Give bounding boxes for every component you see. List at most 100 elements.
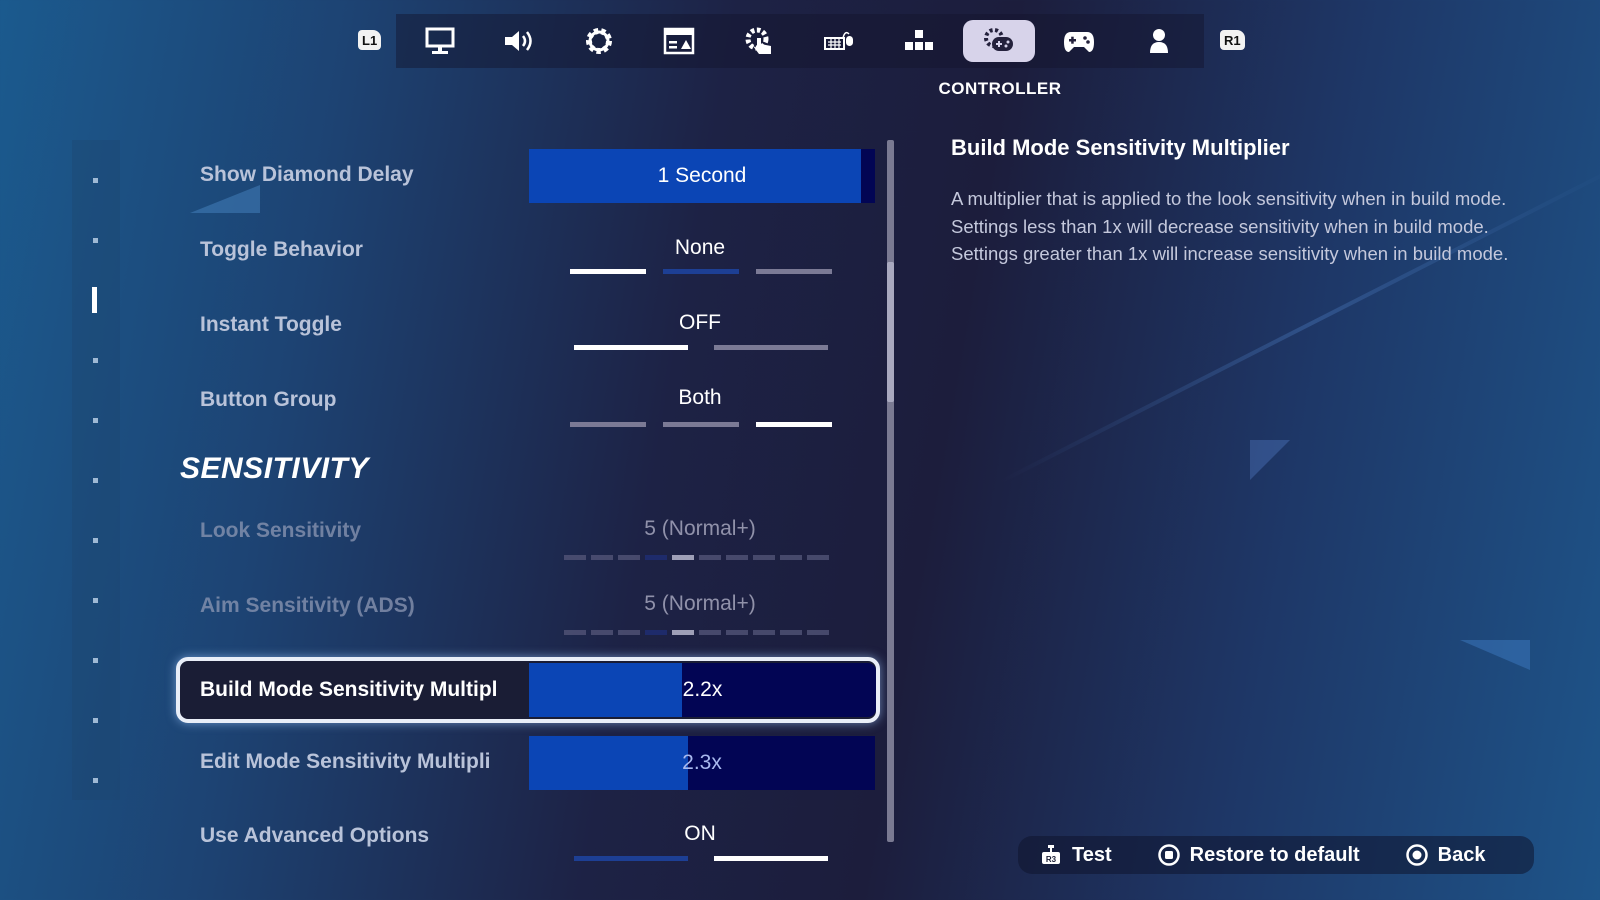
gamepad-icon	[1064, 32, 1094, 52]
option-indicator[interactable]	[756, 269, 832, 274]
section-marker[interactable]	[93, 478, 98, 483]
level-tick[interactable]	[645, 555, 667, 560]
section-marker[interactable]	[93, 538, 98, 543]
setting-value: 2.2x	[682, 678, 723, 701]
left-bumper-icon[interactable]: L1	[358, 30, 382, 50]
description-title: Build Mode Sensitivity Multiplier	[951, 135, 1290, 160]
setting-value: OFF	[679, 311, 721, 334]
settings-scrollbar-track[interactable]	[887, 140, 894, 842]
tab-display[interactable]	[404, 20, 476, 62]
section-marker[interactable]	[93, 718, 98, 723]
section-marker[interactable]	[93, 658, 98, 663]
restore-default-button[interactable]: Restore to default	[1157, 843, 1360, 867]
setting-label: Button Group	[200, 388, 337, 411]
setting-value: Both	[678, 386, 722, 409]
option-indicator[interactable]	[570, 422, 646, 427]
section-marker[interactable]	[93, 358, 98, 363]
tab-touch[interactable]	[723, 20, 795, 62]
section-marker[interactable]	[93, 778, 98, 783]
r3-stick-icon: R3	[1042, 845, 1060, 864]
account-icon	[1150, 29, 1168, 53]
setting-label: Toggle Behavior	[200, 238, 363, 261]
setting-label: Show Diamond Delay	[200, 163, 414, 186]
setting-value: None	[674, 236, 726, 259]
option-indicator[interactable]	[714, 345, 828, 350]
back-button[interactable]: Back	[1405, 844, 1485, 867]
level-tick[interactable]	[726, 555, 748, 560]
tab-game[interactable]	[563, 20, 635, 62]
level-tick-current[interactable]	[672, 555, 694, 560]
level-tick[interactable]	[618, 630, 640, 635]
touch-gear-icon	[745, 27, 771, 54]
show-diamond-delay-selector[interactable]: 1 Second	[529, 149, 875, 203]
tab-account[interactable]	[1123, 20, 1195, 62]
level-tick[interactable]	[726, 630, 748, 635]
tab-controller[interactable]	[963, 20, 1035, 62]
gear-icon	[586, 28, 612, 54]
background-shard	[1460, 640, 1530, 670]
level-tick[interactable]	[753, 630, 775, 635]
section-marker-active[interactable]	[92, 287, 97, 313]
section-title-sensitivity: SENSITIVITY	[180, 452, 369, 485]
setting-label: Look Sensitivity	[200, 519, 362, 542]
option-indicator[interactable]	[574, 345, 688, 350]
level-tick[interactable]	[591, 555, 613, 560]
setting-value: 1 Second	[657, 164, 747, 187]
setting-label: Build Mode Sensitivity Multipl	[200, 678, 498, 701]
controller-gear-icon	[984, 28, 1013, 51]
tab-audio[interactable]	[483, 20, 555, 62]
setting-label: Aim Sensitivity (ADS)	[200, 594, 415, 617]
test-label: Test	[1072, 843, 1112, 866]
restore-default-label: Restore to default	[1189, 843, 1360, 866]
level-tick[interactable]	[780, 630, 802, 635]
section-marker[interactable]	[93, 178, 98, 183]
level-tick[interactable]	[564, 555, 586, 560]
level-tick[interactable]	[807, 630, 829, 635]
speaker-icon	[505, 31, 532, 51]
svg-text:R3: R3	[1046, 855, 1057, 864]
tab-gamepad[interactable]	[1043, 20, 1115, 62]
tab-controls-layout[interactable]	[883, 20, 955, 62]
settings-scrollbar-thumb[interactable]	[887, 262, 894, 402]
level-tick-current[interactable]	[672, 630, 694, 635]
edit-mode-multiplier-slider[interactable]: 2.3x	[529, 736, 875, 790]
active-tab-caption: CONTROLLER	[938, 79, 1062, 98]
level-tick[interactable]	[753, 555, 775, 560]
background-shard	[190, 185, 260, 213]
option-indicator[interactable]	[756, 422, 832, 427]
level-tick[interactable]	[807, 555, 829, 560]
setting-value: 5 (Normal+)	[644, 517, 756, 540]
setting-label: Use Advanced Options	[200, 824, 430, 847]
monitor-icon	[425, 27, 455, 54]
level-tick[interactable]	[591, 630, 613, 635]
right-bumper-icon[interactable]: R1	[1220, 30, 1245, 50]
aim-sensitivity-slider[interactable]	[564, 630, 829, 635]
level-tick[interactable]	[699, 630, 721, 635]
look-sensitivity-slider[interactable]	[564, 555, 829, 560]
option-indicator[interactable]	[574, 856, 688, 861]
test-button[interactable]: R3 Test	[1040, 844, 1112, 867]
level-tick[interactable]	[618, 555, 640, 560]
option-indicator[interactable]	[663, 269, 739, 274]
tab-hud[interactable]	[643, 20, 715, 62]
section-marker[interactable]	[93, 418, 98, 423]
setting-label: Instant Toggle	[200, 313, 342, 336]
footer-actions: R3 Test Restore to default Back	[1018, 836, 1534, 874]
description-body: A multiplier that is applied to the look…	[951, 188, 1509, 264]
level-tick[interactable]	[645, 630, 667, 635]
level-tick[interactable]	[699, 555, 721, 560]
square-button-icon	[1157, 844, 1180, 866]
build-mode-multiplier-slider[interactable]: 2.2x	[529, 663, 876, 717]
tab-keyboard-mouse[interactable]	[803, 20, 875, 62]
option-indicator[interactable]	[714, 856, 828, 861]
background-shard	[1250, 440, 1290, 480]
option-indicator[interactable]	[570, 269, 646, 274]
option-indicator[interactable]	[663, 422, 739, 427]
setting-label: Edit Mode Sensitivity Multipli	[200, 750, 491, 773]
setting-value: 2.3x	[682, 751, 722, 774]
level-tick[interactable]	[564, 630, 586, 635]
arrow-keys-icon	[905, 30, 933, 50]
section-marker[interactable]	[93, 598, 98, 603]
level-tick[interactable]	[780, 555, 802, 560]
section-marker[interactable]	[93, 238, 98, 243]
